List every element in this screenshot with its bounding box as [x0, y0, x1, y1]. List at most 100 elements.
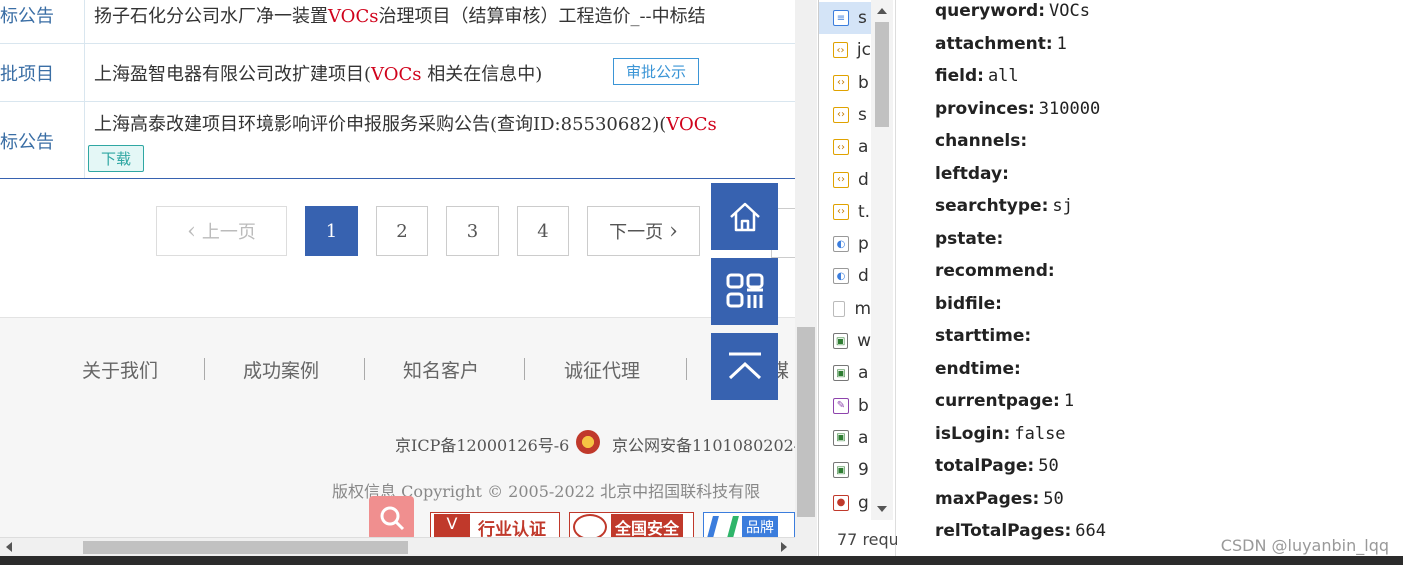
- divider: [364, 358, 365, 380]
- police-badge-icon: [576, 430, 600, 454]
- site-footer: 关于我们 成功案例 知名客户 诚征代理 媒 京ICP备12000126号-6 京…: [0, 317, 795, 537]
- next-page-button[interactable]: 下一页 ›: [587, 206, 700, 256]
- image-file-icon: ▣: [833, 365, 849, 382]
- payload-value: all: [987, 66, 1019, 86]
- request-row[interactable]: ✎ b: [819, 390, 871, 422]
- qrcode-button[interactable]: [711, 258, 778, 325]
- other-file-icon: ◐: [833, 236, 849, 253]
- row-title-link[interactable]: 上海盈智电器有限公司改扩建项目(VOCs 相关在信息中): [94, 60, 542, 86]
- image-file-icon: ▣: [833, 462, 849, 479]
- footer-link-clients[interactable]: 知名客户: [403, 356, 479, 383]
- scroll-down-icon[interactable]: [877, 506, 887, 512]
- scroll-right-icon[interactable]: [781, 542, 787, 552]
- scrollbar-thumb[interactable]: [797, 327, 815, 517]
- request-row[interactable]: ▣ a: [819, 422, 871, 454]
- result-row[interactable]: 标公告 上海高泰改建项目环境影响评价申报服务采购公告(查询ID:85530682…: [0, 102, 795, 179]
- payload-field: searchtype: sj: [935, 196, 1073, 216]
- taskbar-strip: [0, 556, 1403, 565]
- row-category: 批项目: [0, 44, 85, 101]
- scroll-left-icon[interactable]: [6, 542, 12, 552]
- divider: [204, 358, 205, 380]
- payload-key: pstate:: [935, 228, 1004, 249]
- request-row[interactable]: m: [819, 293, 871, 325]
- payload-field: isLogin: false: [935, 424, 1066, 444]
- request-row[interactable]: ◐ d: [819, 260, 871, 292]
- payload-key: totalPage:: [935, 456, 1035, 476]
- scroll-up-icon[interactable]: [877, 8, 887, 14]
- request-row[interactable]: ‹› d: [819, 164, 871, 196]
- payload-value: 1: [1063, 391, 1075, 411]
- payload-field: field: all: [935, 66, 1019, 86]
- police-record-text[interactable]: 京公网安备11010802024: [612, 432, 795, 456]
- search-icon: [380, 506, 404, 531]
- payload-field: channels:: [935, 131, 1031, 151]
- certification-badge[interactable]: V 行业认证: [430, 512, 560, 537]
- footer-link-agent[interactable]: 诚征代理: [564, 356, 640, 383]
- page-3-button[interactable]: 3: [446, 206, 499, 256]
- request-row[interactable]: ● g: [819, 487, 871, 519]
- request-count: 77 requ: [837, 530, 897, 549]
- back-to-top-button[interactable]: [711, 333, 778, 400]
- home-button[interactable]: [711, 183, 778, 250]
- page-2-button[interactable]: 2: [376, 206, 428, 256]
- row-title-link[interactable]: 扬子石化分公司水厂净一装置VOCs治理项目（结算审核）工程造价_--中标结: [94, 2, 706, 28]
- row-title-link[interactable]: 上海高泰改建项目环境影响评价申报服务采购公告(查询ID:85530682)(VO…: [94, 110, 717, 136]
- brand-badge[interactable]: 品牌: [703, 512, 795, 537]
- request-row[interactable]: ▣ a: [819, 357, 871, 389]
- row-category: 标公告: [0, 102, 85, 178]
- payload-value: 310000: [1038, 98, 1101, 119]
- request-row[interactable]: ‹› s: [819, 99, 871, 131]
- payload-key: searchtype:: [935, 196, 1049, 216]
- other-file-icon: ◐: [833, 268, 849, 285]
- network-request-list: ≡ s ‹› jc ‹› b ‹› s ‹› a ‹› d ‹› t. ◐ p ◐ d m ▣ w ▣ a ✎ b ▣ a ▣ 9 ● g …: [818, 0, 897, 556]
- payload-field: recommend:: [935, 261, 1059, 281]
- icp-text[interactable]: 京ICP备12000126号-6: [395, 432, 569, 456]
- prev-page-button[interactable]: ‹ 上一页: [156, 206, 287, 256]
- script-file-icon: ‹›: [833, 106, 849, 123]
- scrollbar-thumb[interactable]: [875, 22, 889, 127]
- request-list-scrollbar[interactable]: [871, 0, 893, 520]
- image-file-icon: ▣: [833, 333, 849, 349]
- search-float-button[interactable]: [369, 496, 414, 537]
- footer-link-cases[interactable]: 成功案例: [243, 356, 319, 383]
- page-vertical-scrollbar[interactable]: [795, 0, 817, 556]
- request-row[interactable]: ▣ w: [819, 325, 871, 357]
- footer-link-about[interactable]: 关于我们: [82, 356, 158, 383]
- chevron-right-icon: ›: [669, 218, 678, 244]
- result-row[interactable]: 批项目 上海盈智电器有限公司改扩建项目(VOCs 相关在信息中) 审批公示: [0, 44, 795, 102]
- title-text: 上海盈智电器有限公司改扩建项目(: [94, 64, 372, 85]
- payload-field: starttime:: [935, 326, 1035, 346]
- payload-key: currentpage:: [935, 391, 1060, 411]
- payload-field: currentpage: 1: [935, 391, 1074, 411]
- request-name: jc: [856, 40, 871, 61]
- edit-file-icon: ✎: [833, 397, 849, 414]
- approval-badge[interactable]: 审批公示: [613, 58, 700, 85]
- payload-field: attachment: 1: [935, 34, 1067, 54]
- download-badge[interactable]: 下载: [88, 145, 145, 172]
- qrcode-icon: [726, 273, 763, 308]
- chevron-left-icon: ‹: [187, 218, 196, 244]
- request-name: m: [854, 298, 871, 319]
- request-row[interactable]: ▣ 9: [819, 454, 871, 486]
- request-row[interactable]: ≡ s: [819, 2, 871, 34]
- request-row[interactable]: ‹› t.: [819, 196, 871, 228]
- request-row[interactable]: ‹› b: [819, 67, 871, 99]
- page-horizontal-scrollbar[interactable]: [0, 537, 795, 556]
- script-file-icon: ‹›: [833, 74, 849, 91]
- page-1-button[interactable]: 1: [305, 206, 358, 256]
- request-name: a: [858, 427, 869, 448]
- request-row[interactable]: ‹› jc: [819, 34, 871, 66]
- script-file-icon: ‹›: [833, 139, 849, 156]
- payload-key: queryword:: [935, 1, 1046, 21]
- request-name: 9: [858, 460, 869, 481]
- security-badge[interactable]: 全国安全: [569, 512, 694, 537]
- title-text: 扬子石化分公司水厂净一装置: [94, 6, 328, 27]
- scrollbar-thumb[interactable]: [83, 541, 408, 554]
- doc-file-icon: ≡: [833, 10, 849, 26]
- request-row[interactable]: ◐ p: [819, 228, 871, 260]
- request-row[interactable]: ‹› a: [819, 131, 871, 163]
- payload-key: provinces:: [935, 98, 1035, 119]
- page-4-button[interactable]: 4: [517, 206, 569, 256]
- result-row[interactable]: 标公告 扬子石化分公司水厂净一装置VOCs治理项目（结算审核）工程造价_--中标…: [0, 0, 795, 44]
- payload-key: maxPages:: [935, 488, 1040, 509]
